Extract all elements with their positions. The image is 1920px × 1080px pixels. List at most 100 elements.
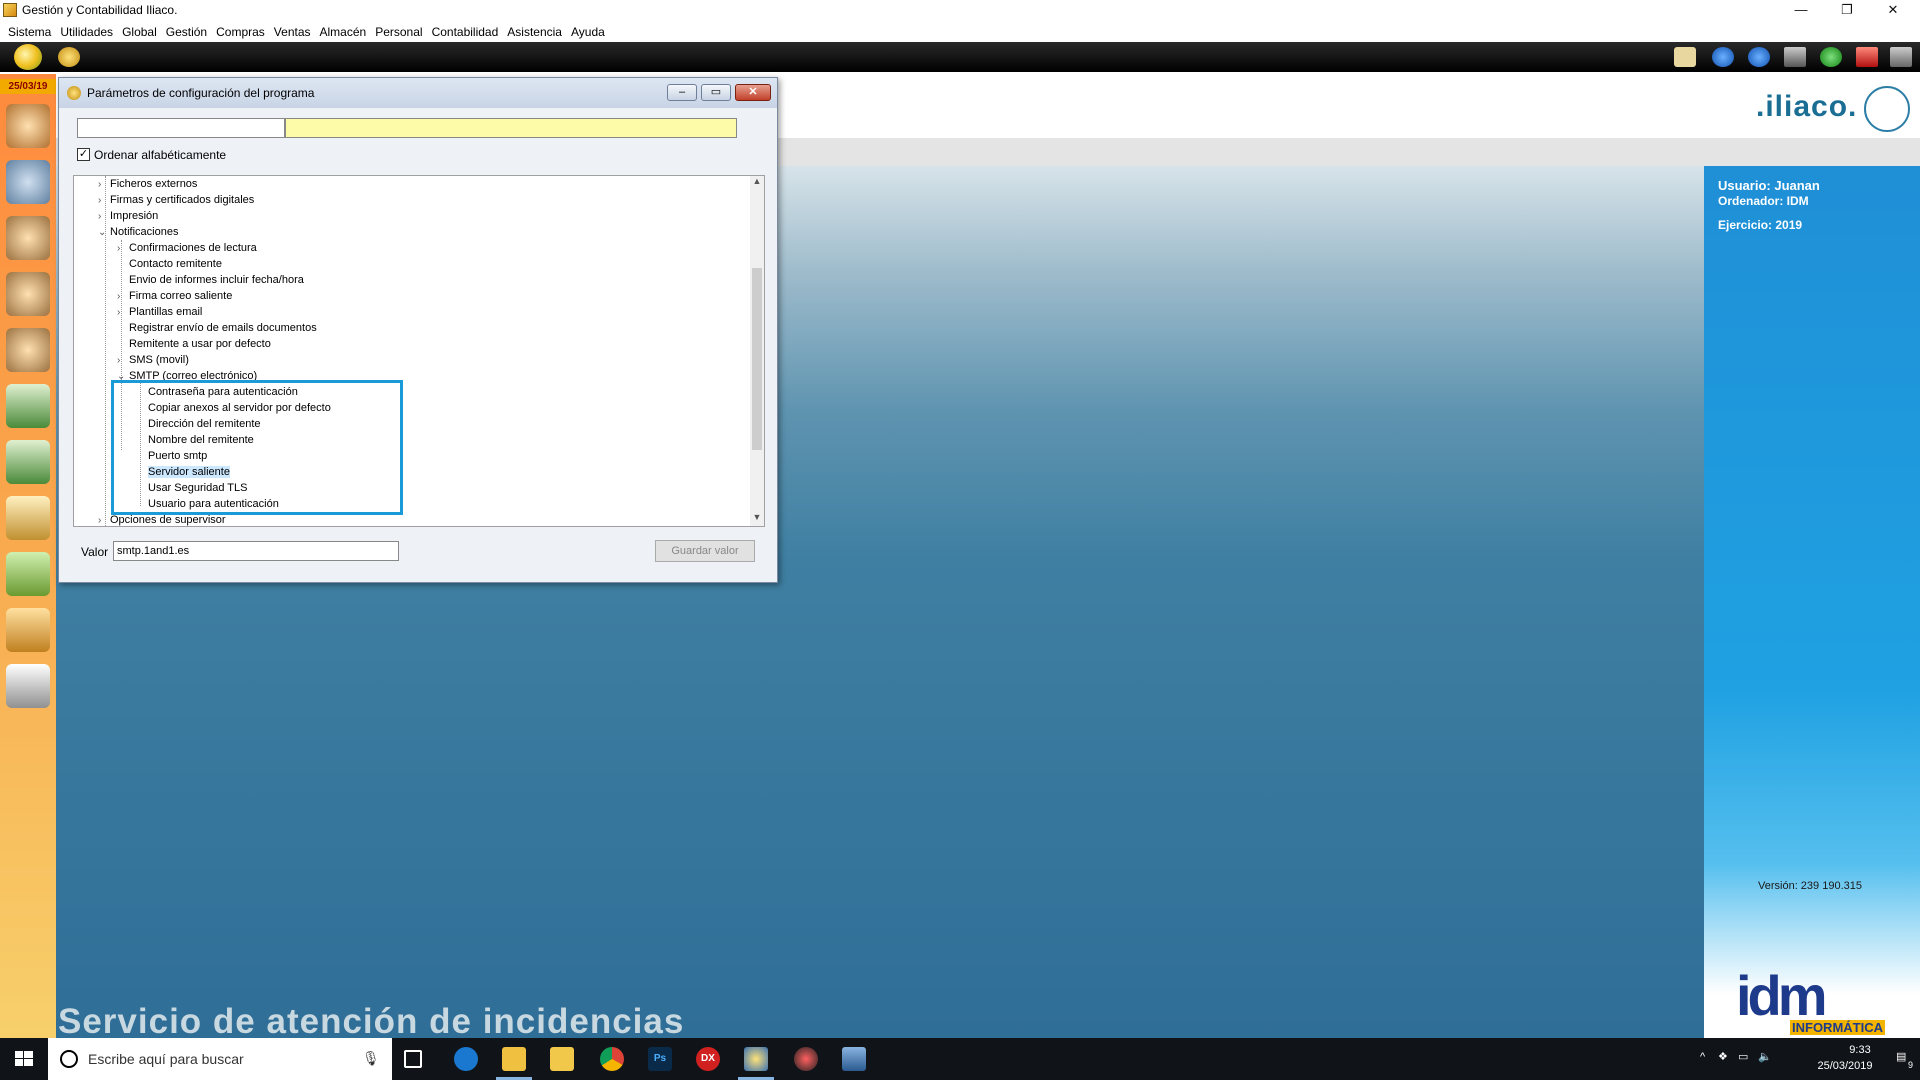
settings-gear-icon[interactable] bbox=[58, 47, 80, 67]
users-group-icon[interactable] bbox=[6, 104, 50, 148]
iliaco-logo: .iliaco. bbox=[1756, 90, 1858, 123]
smtp-highlight-box bbox=[111, 380, 403, 515]
network-icon[interactable]: ▭ bbox=[1738, 1050, 1748, 1063]
agent-icon[interactable] bbox=[6, 328, 50, 372]
help-icon[interactable] bbox=[1820, 47, 1842, 67]
system-tray: ^ ❖ ▭ 🔈 9:33 25/03/2019 ▤ 9 bbox=[1700, 1038, 1920, 1080]
menu-compras[interactable]: Compras bbox=[214, 22, 272, 42]
tree-item-firmas[interactable]: › Firmas y certificados digitales bbox=[98, 194, 254, 210]
photoshop-icon[interactable]: Ps bbox=[648, 1047, 672, 1071]
forward-arrow-icon[interactable] bbox=[1748, 47, 1770, 67]
mail-icon[interactable] bbox=[1674, 47, 1696, 67]
idm-logo: idm bbox=[1736, 964, 1828, 1027]
notifications-icon[interactable]: ▤ bbox=[1896, 1050, 1906, 1063]
close-button[interactable]: ✕ bbox=[1870, 0, 1916, 22]
dialog-minimize-button[interactable]: – bbox=[667, 84, 697, 101]
save-value-button[interactable]: Guardar valor bbox=[655, 540, 755, 562]
tree-item-confirmaciones[interactable]: › Confirmaciones de lectura bbox=[117, 242, 257, 258]
window-app-icon[interactable] bbox=[842, 1047, 866, 1071]
tree-item-remitente[interactable]: Remitente a usar por defecto bbox=[117, 338, 271, 354]
value-input[interactable] bbox=[113, 541, 399, 561]
windows-start-icon[interactable] bbox=[0, 1038, 48, 1080]
tree-item-plantillas[interactable]: › Plantillas email bbox=[117, 306, 202, 322]
purchases-p-icon[interactable] bbox=[6, 384, 50, 428]
articles-icon[interactable] bbox=[6, 160, 50, 204]
cortana-icon bbox=[60, 1050, 78, 1068]
tree-item-opciones-supervisor[interactable]: › Opciones de supervisor bbox=[98, 514, 226, 526]
close-window-icon[interactable] bbox=[1856, 47, 1878, 67]
task-view-icon[interactable] bbox=[404, 1050, 422, 1068]
microphone-icon[interactable]: 🎙 bbox=[362, 1050, 380, 1067]
user-info-panel: Usuario: Juanan Ordenador: IDM Ejercicio… bbox=[1704, 166, 1920, 1038]
home-orb-icon[interactable] bbox=[14, 44, 42, 70]
file-explorer-icon[interactable] bbox=[550, 1047, 574, 1071]
menu-utilidades[interactable]: Utilidades bbox=[58, 22, 120, 42]
tree-item-firma-correo[interactable]: › Firma correo saliente bbox=[117, 290, 232, 306]
restore-button[interactable]: ❐ bbox=[1824, 0, 1870, 22]
exit-icon[interactable] bbox=[1890, 47, 1912, 67]
fiscal-year-label: Ejercicio: 2019 bbox=[1718, 218, 1803, 232]
clock-time[interactable]: 9:33 bbox=[1830, 1044, 1890, 1056]
minimize-button[interactable]: — bbox=[1778, 0, 1824, 22]
provider-icon[interactable] bbox=[6, 272, 50, 316]
scroll-down-icon[interactable]: ▼ bbox=[750, 512, 764, 526]
menu-sistema[interactable]: Sistema bbox=[6, 22, 58, 42]
tree-item-ficheros[interactable]: › Ficheros externos bbox=[98, 178, 197, 194]
window-list-icon[interactable] bbox=[1784, 47, 1806, 67]
tray-expand-icon[interactable]: ^ bbox=[1700, 1051, 1705, 1063]
iliaco-task-icon[interactable] bbox=[744, 1047, 768, 1071]
chrome-icon[interactable] bbox=[600, 1047, 624, 1071]
clock-date[interactable]: 25/03/2019 bbox=[1800, 1060, 1890, 1072]
menu-gestion[interactable]: Gestión bbox=[164, 22, 214, 42]
edge-icon[interactable] bbox=[454, 1047, 478, 1071]
fc-icon[interactable] bbox=[6, 496, 50, 540]
app-red-icon[interactable] bbox=[794, 1047, 818, 1071]
bag-icon[interactable] bbox=[6, 552, 50, 596]
report-list-icon[interactable] bbox=[6, 664, 50, 708]
dialog-title: Parámetros de configuración del programa bbox=[87, 86, 315, 100]
tree-scrollbar[interactable]: ▲ ▼ bbox=[750, 176, 764, 526]
menu-contabilidad[interactable]: Contabilidad bbox=[430, 22, 506, 42]
tree-item-contacto[interactable]: Contacto remitente bbox=[117, 258, 222, 274]
tree-item-registrar[interactable]: Registrar envío de emails documentos bbox=[117, 322, 317, 338]
scroll-thumb[interactable] bbox=[752, 268, 762, 450]
invoices-f-icon[interactable] bbox=[6, 440, 50, 484]
dialog-gear-icon bbox=[67, 86, 81, 100]
folder-icon[interactable] bbox=[6, 608, 50, 652]
window-title: Gestión y Contabilidad Iliaco. bbox=[22, 3, 178, 17]
client-icon[interactable] bbox=[6, 216, 50, 260]
menu-global[interactable]: Global bbox=[120, 22, 164, 42]
mail-app-icon[interactable] bbox=[502, 1047, 526, 1071]
filter-input-left[interactable] bbox=[77, 118, 285, 138]
menu-asistencia[interactable]: Asistencia bbox=[505, 22, 569, 42]
menu-almacen[interactable]: Almacén bbox=[318, 22, 374, 42]
tree-item-impresion[interactable]: › Impresión bbox=[98, 210, 158, 226]
menu-ayuda[interactable]: Ayuda bbox=[569, 22, 612, 42]
computer-label: Ordenador: IDM bbox=[1718, 194, 1809, 208]
dialog-title-bar: Parámetros de configuración del programa… bbox=[59, 78, 777, 108]
config-dialog: Parámetros de configuración del programa… bbox=[58, 77, 778, 583]
dialog-close-button[interactable]: ✕ bbox=[735, 84, 771, 101]
menu-ventas[interactable]: Ventas bbox=[272, 22, 318, 42]
dx-icon[interactable]: DX bbox=[696, 1047, 720, 1071]
dialog-maximize-button[interactable]: ▭ bbox=[701, 84, 731, 101]
app-icon bbox=[3, 3, 17, 17]
tree-item-envio[interactable]: Envio de informes incluir fecha/hora bbox=[117, 274, 304, 290]
tree-item-sms[interactable]: › SMS (movil) bbox=[117, 354, 189, 370]
menu-personal[interactable]: Personal bbox=[373, 22, 429, 42]
toolbar bbox=[0, 42, 1920, 72]
volume-icon[interactable]: 🔈 bbox=[1758, 1050, 1772, 1063]
scroll-up-icon[interactable]: ▲ bbox=[750, 176, 764, 190]
value-label: Valor bbox=[81, 545, 109, 559]
dropbox-icon[interactable]: ❖ bbox=[1718, 1050, 1728, 1063]
tree-item-notificaciones[interactable]: ⌄ Notificaciones bbox=[98, 226, 178, 242]
filter-input-right[interactable] bbox=[285, 118, 737, 138]
service-banner: Servicio de atención de incidencias bbox=[58, 1002, 685, 1041]
title-bar: Gestión y Contabilidad Iliaco. — ❐ ✕ bbox=[0, 0, 1920, 22]
sort-alphabetically-checkbox[interactable]: ✓ bbox=[77, 148, 90, 161]
notifications-count: 9 bbox=[1908, 1060, 1914, 1070]
taskbar-search[interactable]: Escribe aquí para buscar 🎙 bbox=[48, 1038, 392, 1080]
idm-logo-subtitle: INFORMÁTICA bbox=[1790, 1020, 1885, 1035]
back-arrow-icon[interactable] bbox=[1712, 47, 1734, 67]
left-sidebar bbox=[0, 74, 56, 1038]
